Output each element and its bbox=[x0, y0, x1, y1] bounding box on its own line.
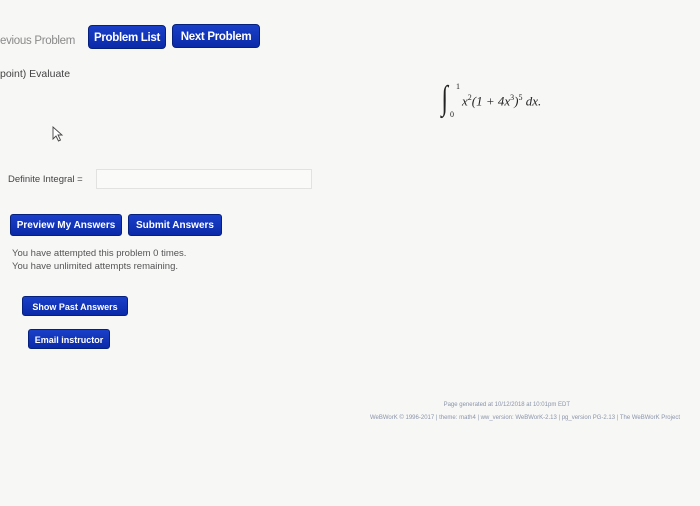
upper-limit: 1 bbox=[456, 82, 460, 91]
integral-expression: ∫ 1 0 x2(1 + 4x3)5 dx. bbox=[440, 80, 580, 124]
page-generated-text: Page generated at 10/12/2018 at 10:01pm … bbox=[443, 402, 570, 408]
footer-credits: WeBWorK © 1996-2017 | theme: math4 | ww_… bbox=[369, 415, 680, 421]
definite-integral-input[interactable] bbox=[96, 169, 312, 189]
preview-answers-button[interactable]: Preview My Answers bbox=[10, 214, 122, 236]
integral-sign: ∫ bbox=[441, 80, 448, 117]
email-instructor-button[interactable]: Email instructor bbox=[28, 329, 110, 349]
mouse-cursor-icon bbox=[52, 126, 64, 142]
previous-problem-button[interactable]: evious Problem bbox=[0, 30, 82, 52]
answer-label: Definite Integral = bbox=[8, 174, 83, 185]
show-past-answers-button[interactable]: Show Past Answers bbox=[22, 296, 128, 316]
problem-prompt: point) Evaluate bbox=[0, 68, 71, 80]
attempts-text: You have attempted this problem 0 times. bbox=[12, 248, 187, 259]
problem-list-button[interactable]: Problem List bbox=[88, 25, 166, 49]
submit-answers-button[interactable]: Submit Answers bbox=[128, 214, 222, 236]
next-problem-button[interactable]: Next Problem bbox=[172, 24, 260, 48]
integrand: x2(1 + 4x3)5 dx. bbox=[462, 93, 542, 109]
remaining-text: You have unlimited attempts remaining. bbox=[12, 261, 178, 272]
lower-limit: 0 bbox=[450, 110, 454, 119]
